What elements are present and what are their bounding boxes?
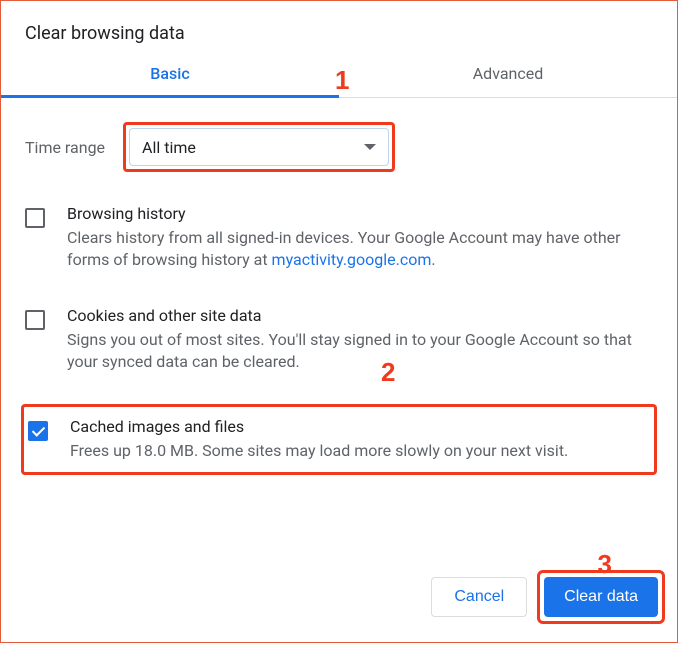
cancel-button[interactable]: Cancel [431,577,527,617]
dialog-title: Clear browsing data [1,1,677,64]
tab-basic[interactable]: Basic [1,64,339,97]
time-range-label: Time range [25,138,105,157]
checkbox-browsing-history[interactable] [25,208,45,228]
time-range-row: Time range All time [25,122,653,172]
chevron-down-icon [364,144,376,150]
dialog-footer: Cancel Clear data [431,570,665,624]
annotation-1: 1 [335,65,349,96]
time-range-select[interactable]: All time [129,128,389,166]
option-cookies: Cookies and other site data Signs you ou… [25,302,653,378]
option-text: Browsing history Clears history from all… [67,204,653,272]
checkbox-cache[interactable] [28,421,48,441]
option-cache-highlight: Cached images and files Frees up 18.0 MB… [21,404,657,475]
myactivity-link[interactable]: myactivity.google.com [272,250,432,269]
option-text: Cached images and files Frees up 18.0 MB… [70,417,646,462]
clear-data-button[interactable]: Clear data [544,577,658,617]
option-desc: Frees up 18.0 MB. Some sites may load mo… [70,440,646,462]
tab-advanced[interactable]: Advanced [339,64,677,97]
annotation-2: 2 [381,357,395,388]
option-title: Browsing history [67,204,653,223]
checkbox-cookies[interactable] [25,310,45,330]
annotation-3: 3 [598,549,612,580]
option-desc: Clears history from all signed-in device… [67,227,653,272]
time-range-value: All time [142,138,196,157]
clear-browsing-data-dialog: Clear browsing data Basic Advanced Time … [0,0,678,643]
option-text: Cookies and other site data Signs you ou… [67,306,653,374]
time-range-highlight: All time [123,122,395,172]
option-browsing-history: Browsing history Clears history from all… [25,200,653,276]
option-desc: Signs you out of most sites. You'll stay… [67,329,653,374]
dialog-content: Time range All time Browsing history Cle… [1,98,677,525]
option-title: Cookies and other site data [67,306,653,325]
option-title: Cached images and files [70,417,646,436]
